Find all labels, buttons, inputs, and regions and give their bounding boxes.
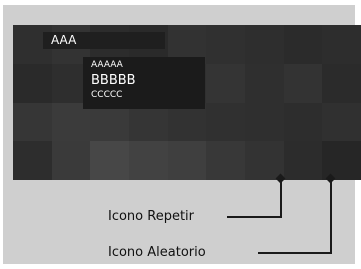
mosaic-cell xyxy=(206,141,245,180)
info-line-2: BBBBB xyxy=(91,73,136,88)
mosaic-cell xyxy=(129,141,168,180)
mosaic-cell xyxy=(90,141,129,180)
mosaic-cell xyxy=(13,63,52,103)
track-info-box: AAAAA BBBBB CCCCC xyxy=(83,57,205,109)
top-label: AAA xyxy=(43,32,165,49)
repeat-callout-line-vertical xyxy=(280,179,282,218)
repeat-callout-line-horizontal xyxy=(227,216,282,218)
mosaic-cell xyxy=(206,25,245,64)
mosaic-cell xyxy=(13,141,52,180)
mosaic-cell xyxy=(322,25,361,64)
shuffle-icon-label: Icono Aleatorio xyxy=(108,245,206,260)
shuffle-callout-line-vertical xyxy=(330,179,332,254)
mosaic-cell xyxy=(167,141,207,180)
display-screen: AAA AAAAA BBBBB CCCCC xyxy=(13,25,361,180)
mosaic-cell xyxy=(283,63,323,103)
mosaic-cell xyxy=(206,63,245,103)
mosaic-cell xyxy=(13,102,52,142)
shuffle-callout-line-horizontal xyxy=(258,252,332,254)
mosaic-cell xyxy=(283,141,323,180)
info-line-3: CCCCC xyxy=(91,90,123,100)
mosaic-cell xyxy=(283,25,323,64)
mosaic-cell xyxy=(245,25,284,64)
repeat-icon-label: Icono Repetir xyxy=(108,209,195,224)
mosaic-cell xyxy=(245,63,284,103)
mosaic-cell xyxy=(245,102,284,142)
mosaic-cell xyxy=(283,102,323,142)
mosaic-cell xyxy=(51,141,91,180)
info-line-1: AAAAA xyxy=(91,60,123,70)
mosaic-cell xyxy=(245,141,284,180)
mosaic-cell xyxy=(322,63,361,103)
mosaic-cell xyxy=(322,102,361,142)
mosaic-cell xyxy=(206,102,245,142)
